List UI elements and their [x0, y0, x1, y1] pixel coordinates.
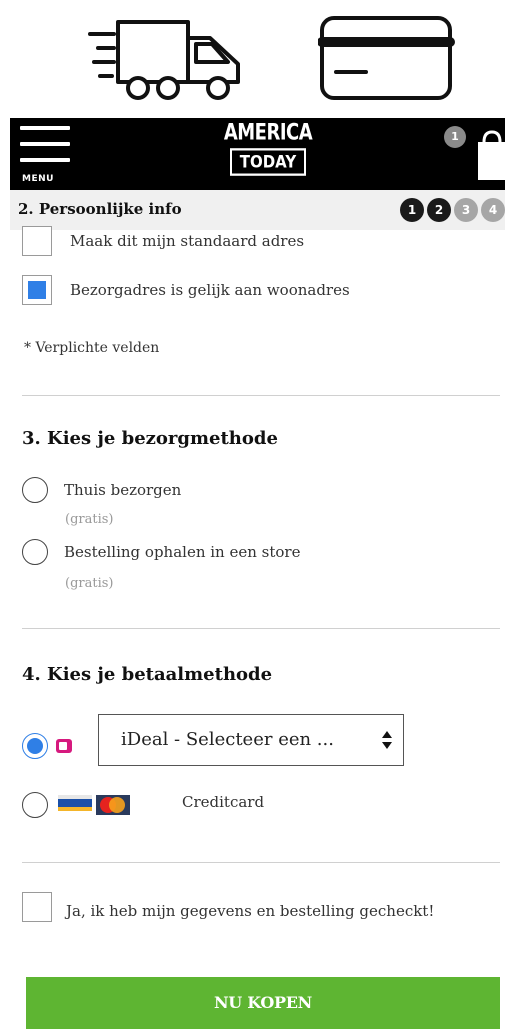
delivery-option-store[interactable]: Bestelling ophalen in een store	[22, 539, 300, 565]
shopping-bag-icon[interactable]	[474, 124, 505, 186]
america-today-logo[interactable]: AMERICA TODAY	[218, 119, 318, 182]
step-indicator-2: 2	[427, 198, 451, 222]
required-fields-note: * Verplichte velden	[24, 340, 160, 356]
delivery-option-home[interactable]: Thuis bezorgen	[22, 477, 181, 503]
confirm-order-label: Ja, ik heb mijn gegevens en bestelling g…	[66, 902, 435, 920]
checkbox-checked-mark	[28, 281, 46, 299]
delivery-home-radio[interactable]	[22, 477, 48, 503]
divider	[22, 395, 500, 396]
menu-button[interactable]: MENU	[16, 124, 80, 186]
ideal-bank-select[interactable]: iDeal - Selecteer een ...	[98, 714, 404, 766]
buy-now-button[interactable]: NU KOPEN	[26, 977, 500, 1029]
confirm-order-checkbox[interactable]	[22, 892, 52, 922]
ideal-select-value: iDeal - Selecteer een ...	[121, 729, 334, 750]
delivery-store-label: Bestelling ophalen in een store	[64, 543, 301, 561]
hamburger-icon-bar	[20, 142, 70, 146]
hamburger-icon	[20, 126, 70, 130]
current-step-title: 2. Persoonlijke info	[18, 200, 182, 218]
same-address-option[interactable]: Bezorgadres is gelijk aan woonadres	[22, 275, 350, 305]
card-logos	[58, 795, 130, 815]
mastercard-logo-icon	[96, 795, 130, 815]
payment-ideal-radio[interactable]	[22, 733, 48, 759]
site-header: MENU AMERICA TODAY 1	[10, 118, 505, 190]
step-indicators: 1 2 3 4	[400, 198, 505, 222]
delivery-store-radio[interactable]	[22, 539, 48, 565]
cart-count-badge: 1	[444, 126, 466, 148]
creditcard-label: Creditcard	[182, 793, 265, 811]
radio-selected-dot	[27, 738, 43, 754]
same-address-label: Bezorgadres is gelijk aan woonadres	[70, 281, 350, 299]
step-indicator-1: 1	[400, 198, 424, 222]
same-address-checkbox[interactable]	[22, 275, 52, 305]
delivery-section-title: 3. Kies je bezorgmethode	[22, 428, 278, 449]
default-address-checkbox[interactable]	[22, 226, 52, 256]
step-indicator-4: 4	[481, 198, 505, 222]
select-arrows-icon	[382, 731, 392, 749]
payment-section-title: 4. Kies je betaalmethode	[22, 664, 273, 685]
checkout-step-bar: 2. Persoonlijke info 1 2 3 4	[10, 190, 505, 230]
logo-line2: TODAY	[229, 148, 307, 176]
step-illustrations	[0, 0, 505, 118]
step-indicator-3: 3	[454, 198, 478, 222]
delivery-home-label: Thuis bezorgen	[64, 481, 182, 499]
menu-label: MENU	[22, 174, 54, 184]
logo-line1: AMERICA	[218, 119, 318, 147]
delivery-home-price: (gratis)	[65, 512, 114, 527]
hamburger-icon-bar	[20, 158, 70, 162]
delivery-truck-icon	[88, 20, 240, 100]
divider	[22, 628, 500, 629]
visa-logo-icon	[58, 795, 92, 811]
credit-card-icon	[318, 16, 455, 100]
default-address-option[interactable]: Maak dit mijn standaard adres	[22, 226, 304, 256]
payment-option-creditcard[interactable]	[22, 792, 130, 818]
delivery-store-price: (gratis)	[65, 576, 114, 591]
payment-creditcard-radio[interactable]	[22, 792, 48, 818]
ideal-logo-icon	[56, 739, 72, 753]
default-address-label: Maak dit mijn standaard adres	[70, 232, 305, 250]
payment-option-ideal[interactable]	[22, 733, 72, 759]
divider	[22, 862, 500, 863]
